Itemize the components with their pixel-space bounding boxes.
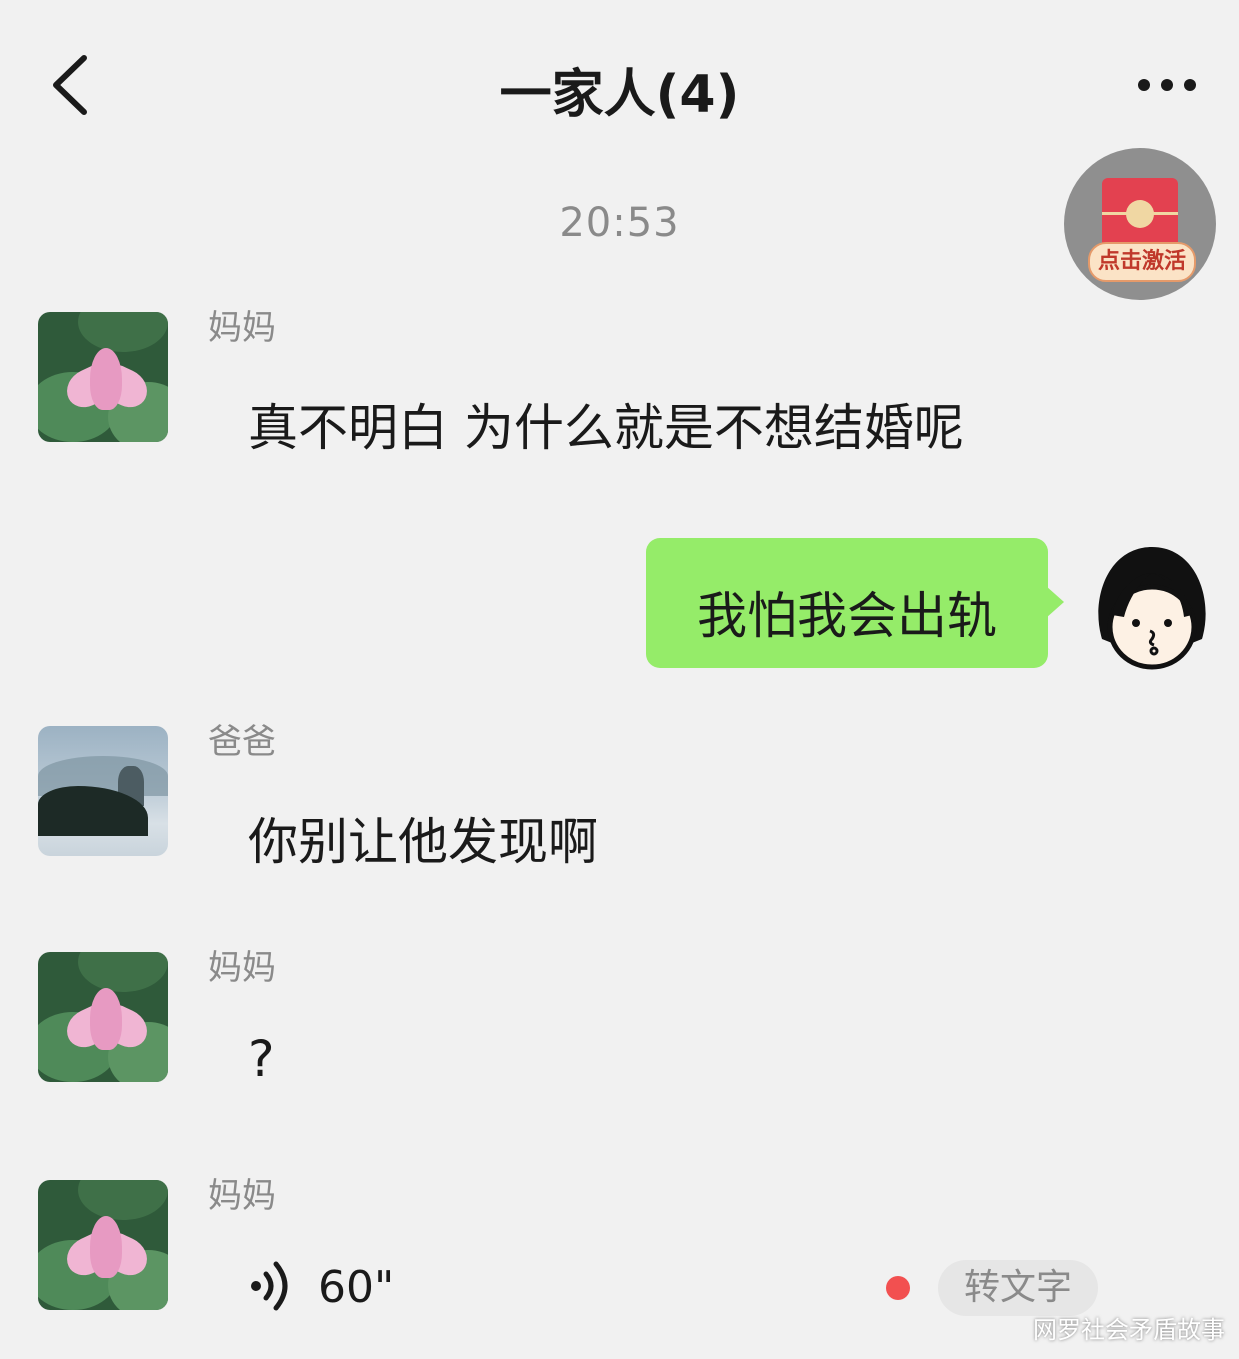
red-packet-icon xyxy=(1102,178,1178,248)
unread-dot xyxy=(886,1276,910,1300)
message-timestamp: 20:53 xyxy=(559,200,680,246)
sender-name: 妈妈 xyxy=(208,1176,276,1216)
avatar-mom[interactable] xyxy=(38,1180,168,1310)
transcribe-button[interactable]: 转文字 xyxy=(938,1260,1098,1316)
voice-duration: 60" xyxy=(318,1262,395,1313)
avatar-self[interactable] xyxy=(1088,543,1216,671)
avatar-mom[interactable] xyxy=(38,952,168,1082)
activate-label: 点击激活 xyxy=(1088,242,1196,282)
sender-name: 妈妈 xyxy=(208,948,276,988)
self-message-bubble[interactable]: 我怕我会出轨 xyxy=(646,538,1064,668)
sender-name: 爸爸 xyxy=(208,722,276,762)
sender-name: 妈妈 xyxy=(208,308,276,348)
chat-title: 一家人(4) xyxy=(499,65,740,125)
more-button[interactable] xyxy=(1130,60,1210,110)
message-text: 我怕我会出轨 xyxy=(697,587,997,645)
avatar-dad[interactable] xyxy=(38,726,168,856)
message-text[interactable]: 你别让他发现啊 xyxy=(248,802,598,874)
message-text[interactable]: 真不明白 为什么就是不想结婚呢 xyxy=(248,388,964,460)
ellipsis-icon xyxy=(1138,79,1196,91)
chat-header: 一家人(4) xyxy=(0,0,1239,170)
message-text[interactable]: ? xyxy=(248,1030,275,1088)
avatar-mom[interactable] xyxy=(38,312,168,442)
red-packet-widget[interactable]: 点击激活 xyxy=(1064,148,1216,300)
watermark: 网罗社会矛盾故事 xyxy=(1033,1316,1225,1344)
voice-wave-icon[interactable] xyxy=(246,1256,296,1316)
